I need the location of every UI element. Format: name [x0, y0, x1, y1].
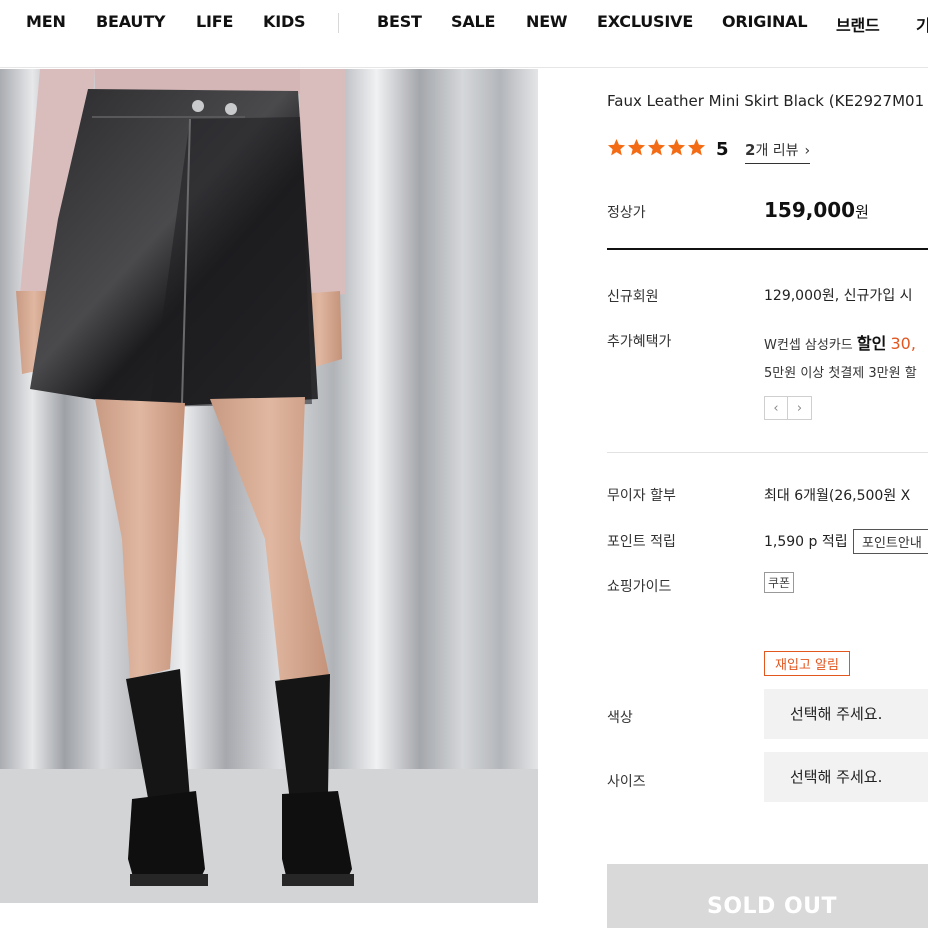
list-price-label: 정상가: [607, 205, 646, 221]
product-image[interactable]: [0, 69, 538, 903]
benefit-divider: [607, 452, 928, 453]
nav-item-life[interactable]: LIFE: [196, 12, 233, 31]
product-info-panel: Faux Leather Mini Skirt Black (KE2927M01…: [607, 0, 928, 928]
extra-benefit-card-offer: W컨셉 삼성카드 할인 30,: [764, 330, 916, 354]
points-guide-button[interactable]: 포인트안내: [853, 529, 928, 554]
star-icon: [647, 138, 666, 156]
currency-unit: 원: [855, 203, 869, 221]
nav-item-new[interactable]: NEW: [526, 12, 568, 31]
color-label: 색상: [607, 710, 633, 726]
nav-item-beauty[interactable]: BEAUTY: [96, 12, 166, 31]
color-select[interactable]: 선택해 주세요.: [764, 689, 928, 739]
card-name: W컨셉 삼성카드: [764, 338, 853, 353]
product-title: Faux Leather Mini Skirt Black (KE2927M01: [607, 92, 925, 110]
extra-benefit-detail: 5만원 이상 첫결제 3만원 할: [764, 366, 917, 381]
list-price: 159,000원: [764, 198, 869, 222]
list-price-amount: 159,000: [764, 198, 856, 222]
size-label: 사이즈: [607, 774, 646, 790]
star-icon: [667, 138, 686, 156]
star-icon: [627, 138, 646, 156]
restock-alert-button[interactable]: 재입고 알림: [764, 651, 850, 676]
coupon-badge[interactable]: 쿠폰: [764, 572, 795, 593]
nav-item-best[interactable]: BEST: [377, 12, 422, 31]
points-value: 1,590 p 적립: [764, 534, 848, 550]
nav-item-kids[interactable]: KIDS: [263, 12, 306, 31]
new-member-label: 신규회원: [607, 289, 659, 305]
size-select[interactable]: 선택해 주세요.: [764, 752, 928, 802]
chevron-left-icon[interactable]: ‹: [764, 396, 788, 420]
chevron-right-icon: ›: [804, 143, 811, 159]
installment-label: 무이자 할부: [607, 488, 676, 504]
chevron-right-icon[interactable]: ›: [788, 396, 812, 420]
shopping-guide-label: 쇼핑가이드: [607, 579, 672, 595]
reviews-label: 개 리뷰: [755, 143, 799, 159]
points-label: 포인트 적립: [607, 534, 676, 550]
nav-divider: [338, 13, 339, 33]
reviews-count: 2: [745, 141, 756, 159]
discount-word: 할인: [856, 334, 887, 353]
extra-benefit-label: 추가혜택가: [607, 334, 672, 350]
star-icon: [607, 138, 626, 156]
sold-out-button[interactable]: SOLD OUT: [607, 864, 928, 928]
product-photo-illustration: [0, 69, 538, 903]
discount-amount: 30,: [890, 334, 916, 353]
star-icon: [687, 138, 706, 156]
installment-value: 최대 6개월(26,500원 X: [764, 488, 911, 504]
nav-item-men[interactable]: MEN: [26, 12, 66, 31]
price-divider: [607, 248, 928, 250]
reviews-link[interactable]: 2개 리뷰 ›: [745, 140, 811, 164]
rating-stars: [607, 138, 707, 157]
benefit-pager: ‹ ›: [764, 396, 812, 420]
new-member-value: 129,000원, 신규가입 시: [764, 288, 913, 304]
nav-item-sale[interactable]: SALE: [451, 12, 495, 31]
rating-score: 5: [716, 139, 729, 160]
